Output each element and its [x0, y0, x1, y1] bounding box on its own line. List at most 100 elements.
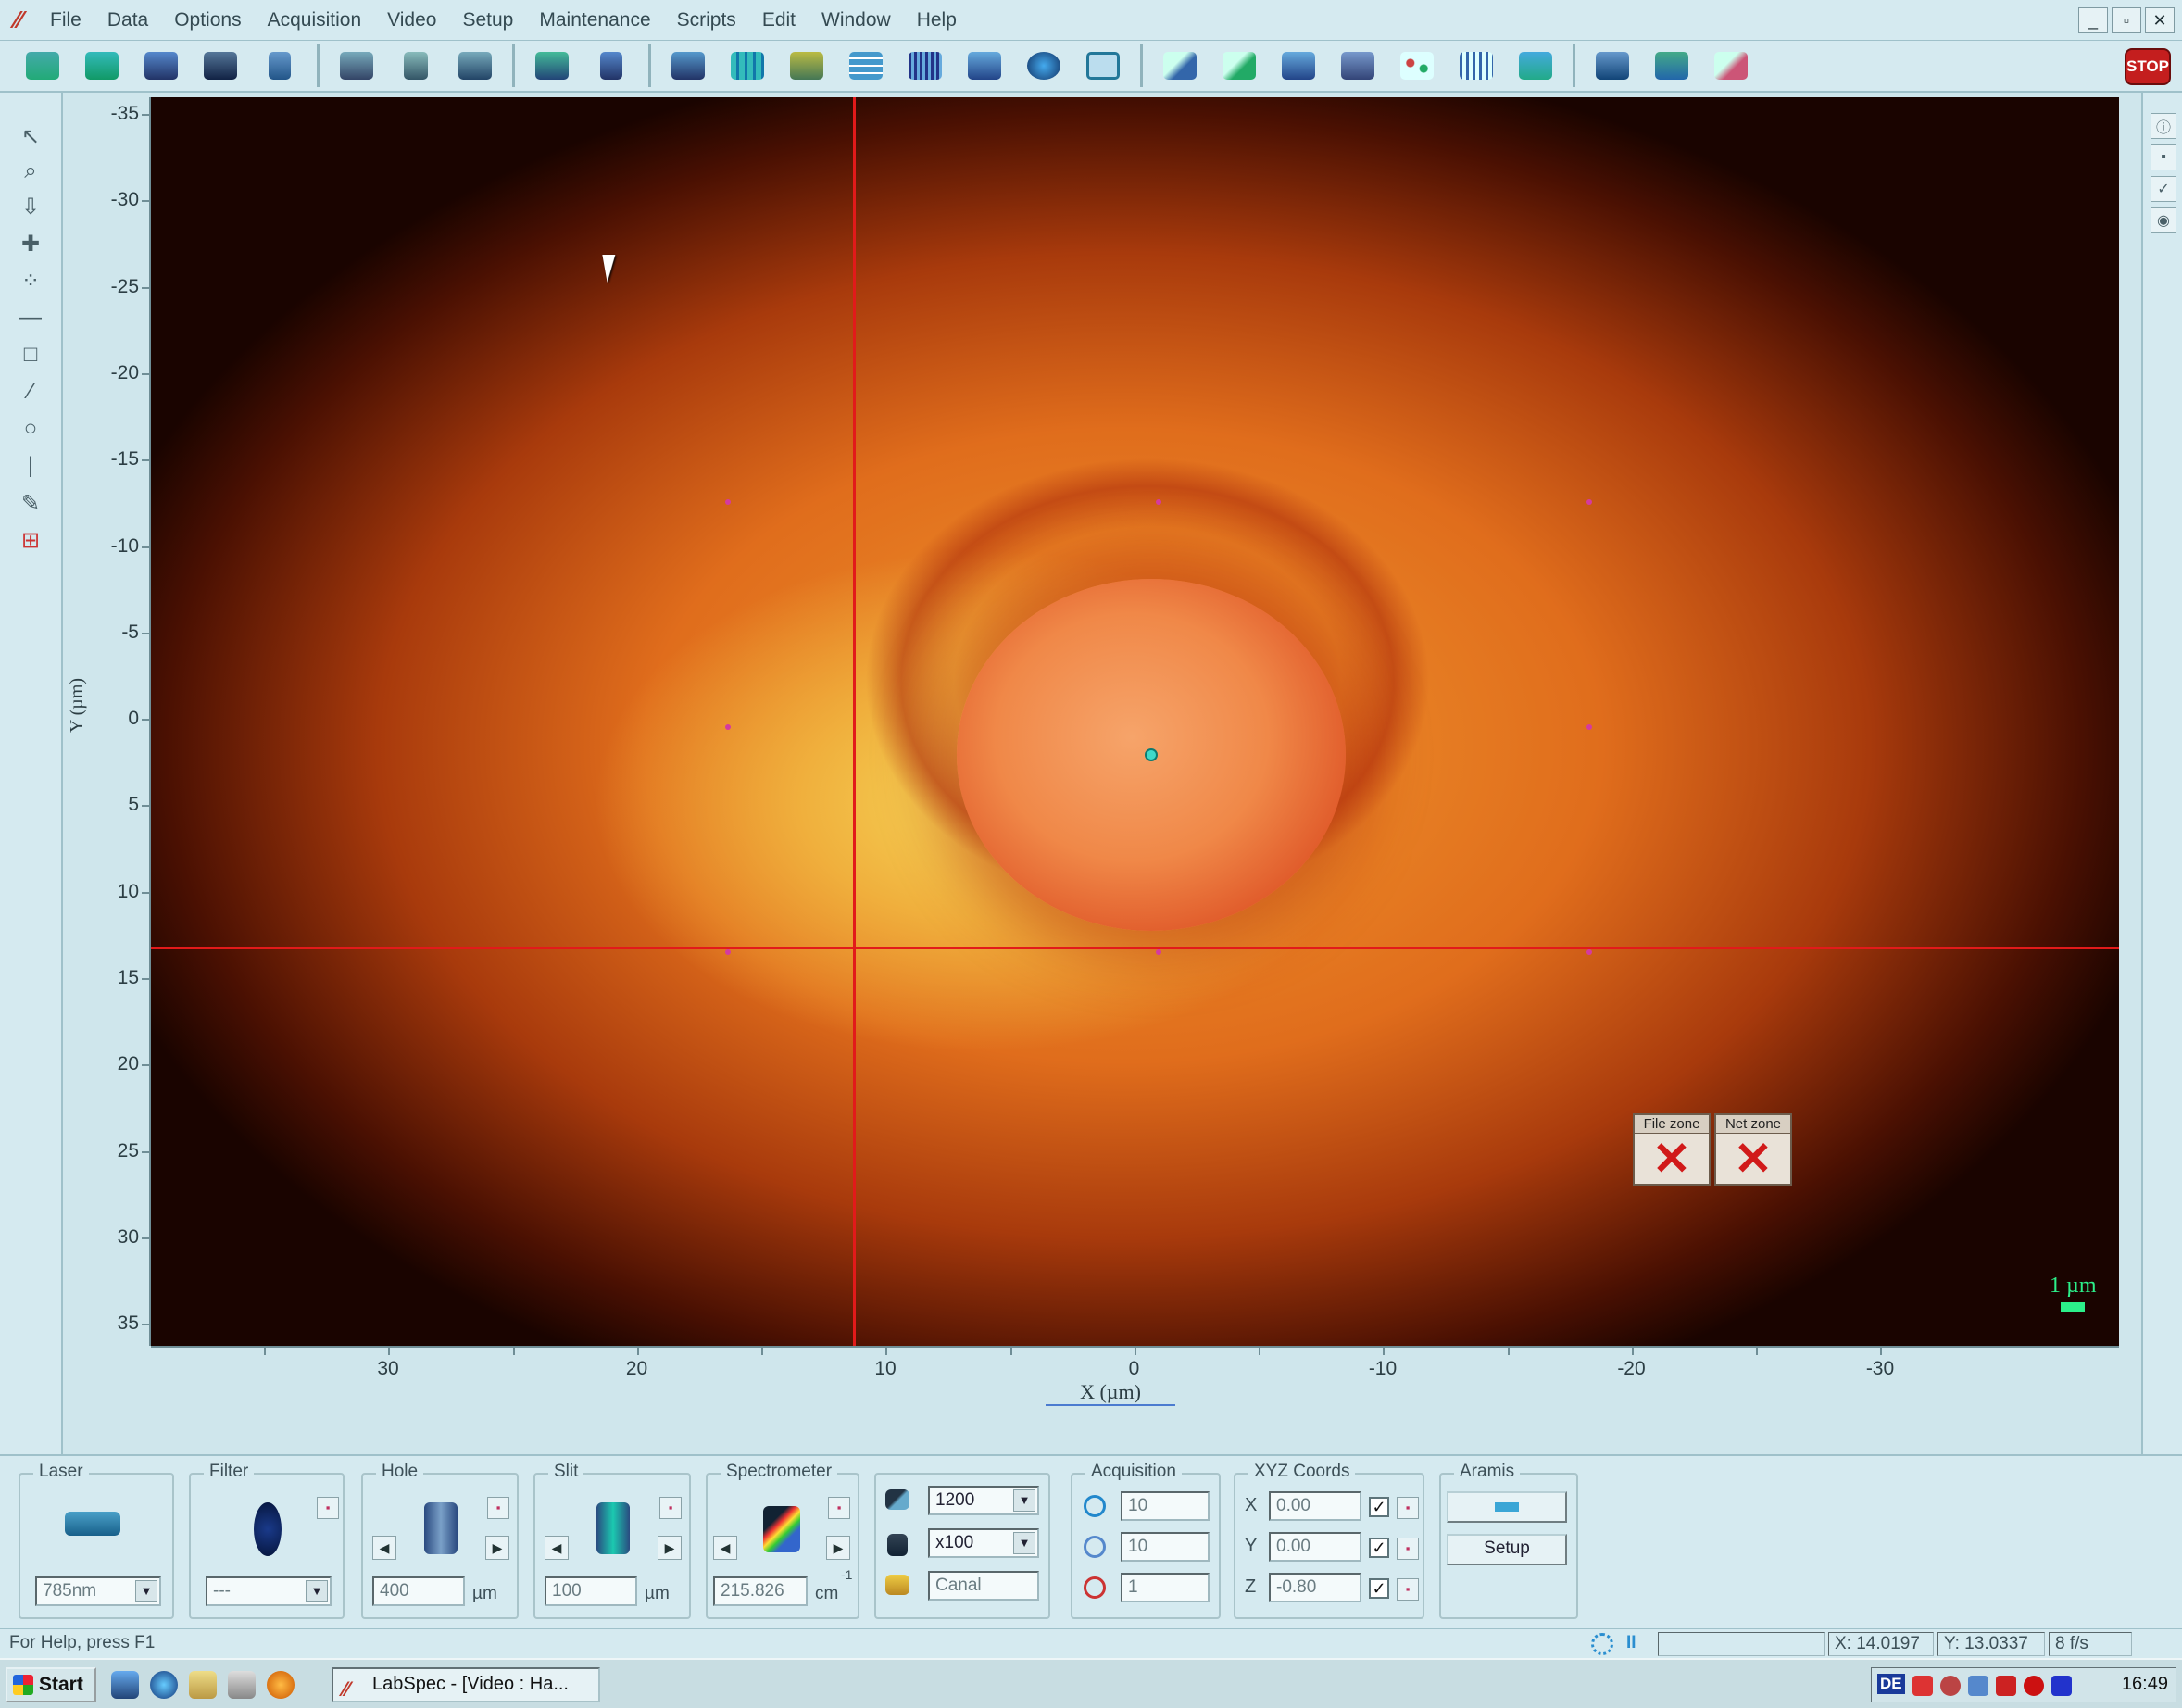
spectrometer-option-button[interactable]: ▪	[828, 1497, 850, 1519]
filter-select[interactable]: --- ▼	[206, 1576, 332, 1606]
filter-spectrum-button[interactable]	[1334, 44, 1382, 87]
internet-explorer-icon[interactable]	[150, 1671, 178, 1699]
zoom-frame-button[interactable]	[1079, 44, 1127, 87]
scatter-button[interactable]	[1393, 44, 1441, 87]
chevron-down-icon[interactable]: ▼	[306, 1580, 328, 1602]
media-player-icon[interactable]	[267, 1671, 295, 1699]
file-zone-box[interactable]: File zone ✕	[1633, 1113, 1711, 1186]
network-error-icon[interactable]	[1912, 1676, 1933, 1696]
slit-increase-button[interactable]: ▶	[658, 1536, 682, 1560]
histogram-button[interactable]	[1452, 44, 1500, 87]
language-indicator[interactable]: DE	[1877, 1674, 1905, 1694]
info-panel-icon[interactable]: ⓘ	[2151, 113, 2176, 139]
filter-option-button[interactable]: ▪	[317, 1497, 339, 1519]
menu-maintenance[interactable]: Maintenance	[526, 0, 663, 41]
accumulation-input[interactable]: 10	[1121, 1532, 1210, 1562]
info-button[interactable]	[587, 44, 635, 87]
chevron-down-icon[interactable]: ▼	[1013, 1532, 1035, 1554]
hole-increase-button[interactable]: ▶	[485, 1536, 509, 1560]
grid-tool-icon[interactable]: ⊞	[15, 524, 46, 556]
aramis-laser-button[interactable]	[1447, 1491, 1567, 1523]
menu-scripts[interactable]: Scripts	[664, 0, 749, 41]
spectrometer-input[interactable]: 215.826	[713, 1576, 808, 1606]
y-coord-option-button[interactable]: ▪	[1397, 1538, 1419, 1560]
graph-button[interactable]	[960, 44, 1009, 87]
printer-tray-icon[interactable]	[1968, 1676, 1988, 1696]
crosshair-horizontal[interactable]	[151, 947, 2119, 949]
acquisition-time-input[interactable]: 10	[1121, 1491, 1210, 1521]
line-tool-icon[interactable]: —	[15, 302, 46, 333]
menu-window[interactable]: Window	[809, 0, 904, 41]
menu-video[interactable]: Video	[374, 0, 449, 41]
start-button[interactable]: Start	[6, 1667, 96, 1702]
map-button[interactable]	[723, 44, 771, 87]
database-button[interactable]	[1511, 44, 1560, 87]
library-button[interactable]	[1648, 44, 1696, 87]
peak-button[interactable]	[1156, 44, 1204, 87]
pause-icon[interactable]: II	[1626, 1633, 1636, 1653]
compare-button[interactable]	[1588, 44, 1636, 87]
fine-grid-button[interactable]	[901, 44, 949, 87]
vertical-line-icon[interactable]: |	[15, 450, 46, 482]
y-coord-checkbox[interactable]: ✓	[1369, 1538, 1389, 1558]
show-desktop-icon[interactable]	[111, 1671, 139, 1699]
restore-button[interactable]: ▫	[2112, 7, 2141, 33]
stage-move-button[interactable]	[332, 44, 381, 87]
multi-window-button[interactable]	[842, 44, 890, 87]
z-coord-checkbox[interactable]: ✓	[1369, 1578, 1389, 1599]
save-button[interactable]	[137, 44, 185, 87]
pen-tool-icon[interactable]: ✎	[15, 487, 46, 519]
hole-option-button[interactable]: ▪	[487, 1497, 509, 1519]
laser-select[interactable]: 785nm ▼	[35, 1576, 161, 1606]
spectrometer-increase-button[interactable]: ▶	[826, 1536, 850, 1560]
slit-option-button[interactable]: ▪	[659, 1497, 682, 1519]
load-button[interactable]	[78, 44, 126, 87]
close-button[interactable]: ✕	[2145, 7, 2175, 33]
record-icon[interactable]: ◉	[2151, 207, 2176, 233]
antivirus-icon[interactable]	[2024, 1676, 2044, 1696]
autofocus-button[interactable]	[783, 44, 831, 87]
select-arrow-icon[interactable]: ↖	[15, 120, 46, 152]
cycles-input[interactable]: 1	[1121, 1573, 1210, 1602]
focus-button[interactable]	[392, 44, 440, 87]
shield-icon[interactable]	[1996, 1676, 2016, 1696]
slit-input[interactable]: 100	[545, 1576, 637, 1606]
hole-decrease-button[interactable]: ◀	[372, 1536, 396, 1560]
add-point-icon[interactable]: ✚	[15, 228, 46, 259]
hole-input[interactable]: 400	[372, 1576, 465, 1606]
labspec-quicklaunch-icon[interactable]	[228, 1671, 256, 1699]
video-capture-button[interactable]	[1020, 44, 1068, 87]
stop-button[interactable]: STOP	[2125, 48, 2171, 85]
menu-options[interactable]: Options	[161, 0, 254, 41]
live-video-image[interactable]: File zone ✕ Net zone ✕ 1 µm	[151, 97, 2119, 1346]
context-help-button[interactable]	[256, 44, 304, 87]
z-coord-option-button[interactable]: ▪	[1397, 1578, 1419, 1601]
multi-point-icon[interactable]: ⁘	[15, 265, 46, 296]
laser-spot-marker[interactable]	[1145, 748, 1158, 761]
spectrometer-decrease-button[interactable]: ◀	[713, 1536, 737, 1560]
minimize-button[interactable]: _	[2078, 7, 2108, 33]
align-button[interactable]	[451, 44, 499, 87]
x-coord-option-button[interactable]: ▪	[1397, 1497, 1419, 1519]
z-coord-input[interactable]: -0.80	[1269, 1573, 1361, 1602]
net-zone-box[interactable]: Net zone ✕	[1714, 1113, 1792, 1186]
y-coord-input[interactable]: 0.00	[1269, 1532, 1361, 1562]
menu-setup[interactable]: Setup	[449, 0, 526, 41]
grating-select[interactable]: 1200 ▼	[928, 1486, 1039, 1515]
menu-acquisition[interactable]: Acquisition	[255, 0, 375, 41]
chevron-down-icon[interactable]: ▼	[1013, 1489, 1035, 1512]
display-icon[interactable]	[2051, 1676, 2072, 1696]
menu-help[interactable]: Help	[904, 0, 970, 41]
move-down-icon[interactable]: ⇩	[15, 191, 46, 222]
video-button[interactable]	[528, 44, 576, 87]
x-coord-input[interactable]: 0.00	[1269, 1491, 1361, 1521]
quick-launch-app-icon[interactable]	[189, 1671, 217, 1699]
menu-data[interactable]: Data	[94, 0, 161, 41]
spectrum-acquire-button[interactable]	[664, 44, 712, 87]
fit-button[interactable]	[1215, 44, 1263, 87]
taskbar-labspec-window[interactable]: ⁄⁄ LabSpec - [Video : Ha...	[332, 1667, 600, 1702]
circle-tool-icon[interactable]: ○	[15, 413, 46, 445]
check-icon[interactable]: ✓	[2151, 176, 2176, 202]
security-icon[interactable]	[1940, 1676, 1961, 1696]
print-button[interactable]	[196, 44, 245, 87]
